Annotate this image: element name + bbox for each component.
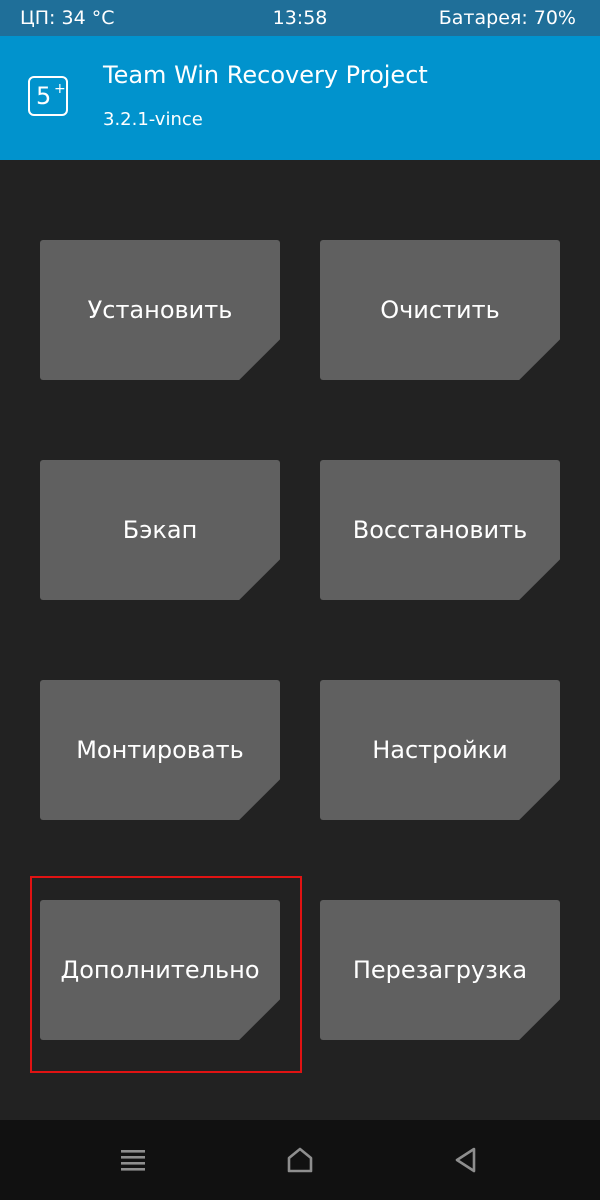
logo-plus: +	[54, 81, 66, 97]
twrp-logo-icon: 5 +	[28, 76, 68, 116]
battery-level: Батарея: 70%	[438, 7, 576, 29]
main-menu: Установить Очистить Бэкап Восстановить М…	[0, 160, 600, 1120]
restore-button[interactable]: Восстановить	[320, 460, 560, 600]
reboot-button[interactable]: Перезагрузка	[320, 900, 560, 1040]
settings-button[interactable]: Настройки	[320, 680, 560, 820]
app-title: Team Win Recovery Project	[103, 61, 428, 89]
wipe-button[interactable]: Очистить	[320, 240, 560, 380]
app-version: 3.2.1-vince	[103, 109, 203, 130]
app-header: 5 + Team Win Recovery Project 3.2.1-vinc…	[0, 36, 600, 160]
logo-number: 5	[36, 82, 52, 110]
home-icon[interactable]	[280, 1140, 320, 1180]
status-bar: ЦП: 34 °C 13:58 Батарея: 70%	[0, 0, 600, 36]
back-icon[interactable]	[446, 1140, 486, 1180]
backup-button[interactable]: Бэкап	[40, 460, 280, 600]
install-button[interactable]: Установить	[40, 240, 280, 380]
navigation-bar	[0, 1120, 600, 1200]
highlight-frame	[30, 876, 302, 1073]
mount-button[interactable]: Монтировать	[40, 680, 280, 820]
menu-icon[interactable]	[113, 1140, 153, 1180]
